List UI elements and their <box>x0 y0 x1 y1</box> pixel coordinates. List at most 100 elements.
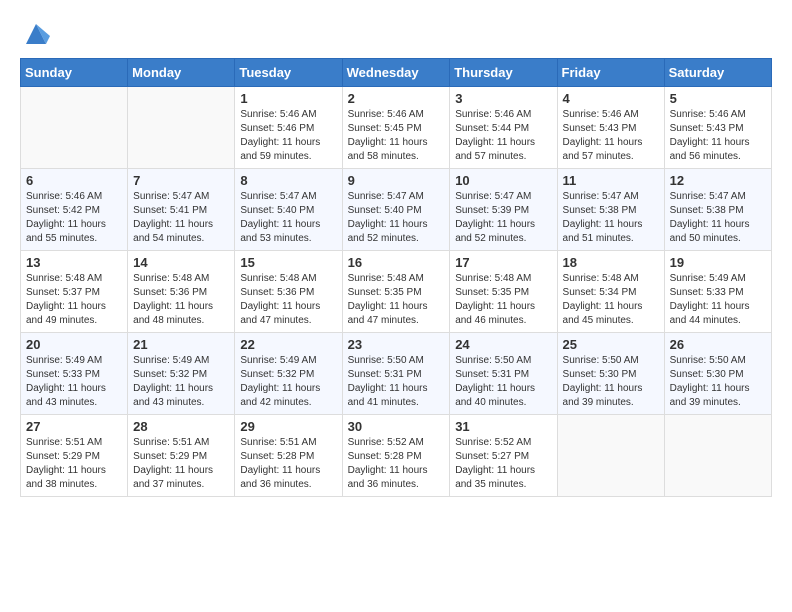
calendar-cell <box>21 87 128 169</box>
day-info: Sunrise: 5:49 AM Sunset: 5:33 PM Dayligh… <box>26 354 122 410</box>
calendar-cell: 17Sunrise: 5:48 AM Sunset: 5:35 PM Dayli… <box>450 251 557 333</box>
calendar-table: SundayMondayTuesdayWednesdayThursdayFrid… <box>20 58 772 497</box>
day-of-week-header: Wednesday <box>342 59 450 87</box>
day-number: 23 <box>348 337 445 352</box>
day-of-week-header: Thursday <box>450 59 557 87</box>
page-header <box>20 20 772 48</box>
calendar-cell: 3 Sunrise: 5:46 AM Sunset: 5:44 PM Daylig… <box>450 87 557 169</box>
calendar-cell: 14Sunrise: 5:48 AM Sunset: 5:36 PM Dayli… <box>128 251 235 333</box>
day-number: 11 <box>563 173 659 188</box>
calendar-cell: 8 Sunrise: 5:47 AM Sunset: 5:40 PM Daylig… <box>235 169 342 251</box>
day-info: Sunrise: 5:47 AM Sunset: 5:40 PM Dayligh… <box>348 190 445 246</box>
calendar-week-row: 6 Sunrise: 5:46 AM Sunset: 5:42 PM Daylig… <box>21 169 772 251</box>
calendar-cell: 12 Sunrise: 5:47 AM Sunset: 5:38 PM Dayli… <box>664 169 771 251</box>
day-number: 3 <box>455 91 551 106</box>
day-info: Sunrise: 5:52 AM Sunset: 5:28 PM Dayligh… <box>348 436 445 492</box>
calendar-cell: 16 Sunrise: 5:48 AM Sunset: 5:35 PM Dayli… <box>342 251 450 333</box>
calendar-cell: 29Sunrise: 5:51 AM Sunset: 5:28 PM Dayli… <box>235 415 342 497</box>
day-info: Sunrise: 5:48 AM Sunset: 5:34 PM Dayligh… <box>563 272 659 328</box>
day-number: 30 <box>348 419 445 434</box>
day-info: Sunrise: 5:46 AM Sunset: 5:45 PM Dayligh… <box>348 108 445 164</box>
day-info: Sunrise: 5:51 AM Sunset: 5:28 PM Dayligh… <box>240 436 336 492</box>
day-info: Sunrise: 5:48 AM Sunset: 5:35 PM Dayligh… <box>455 272 551 328</box>
day-info: Sunrise: 5:51 AM Sunset: 5:29 PM Dayligh… <box>26 436 122 492</box>
calendar-cell: 23 Sunrise: 5:50 AM Sunset: 5:31 PM Dayli… <box>342 333 450 415</box>
calendar-cell: 7Sunrise: 5:47 AM Sunset: 5:41 PM Daylig… <box>128 169 235 251</box>
calendar-cell: 30 Sunrise: 5:52 AM Sunset: 5:28 PM Dayli… <box>342 415 450 497</box>
day-number: 31 <box>455 419 551 434</box>
calendar-cell: 10 Sunrise: 5:47 AM Sunset: 5:39 PM Dayli… <box>450 169 557 251</box>
calendar-cell: 25 Sunrise: 5:50 AM Sunset: 5:30 PM Dayli… <box>557 333 664 415</box>
day-number: 9 <box>348 173 445 188</box>
day-of-week-header: Saturday <box>664 59 771 87</box>
calendar-cell <box>557 415 664 497</box>
day-info: Sunrise: 5:47 AM Sunset: 5:39 PM Dayligh… <box>455 190 551 246</box>
calendar-cell: 18 Sunrise: 5:48 AM Sunset: 5:34 PM Dayli… <box>557 251 664 333</box>
calendar-cell <box>128 87 235 169</box>
calendar-header-row: SundayMondayTuesdayWednesdayThursdayFrid… <box>21 59 772 87</box>
calendar-cell: 24 Sunrise: 5:50 AM Sunset: 5:31 PM Dayli… <box>450 333 557 415</box>
day-number: 18 <box>563 255 659 270</box>
calendar-cell: 22 Sunrise: 5:49 AM Sunset: 5:32 PM Dayli… <box>235 333 342 415</box>
calendar-cell: 28Sunrise: 5:51 AM Sunset: 5:29 PM Dayli… <box>128 415 235 497</box>
day-info: Sunrise: 5:46 AM Sunset: 5:43 PM Dayligh… <box>670 108 766 164</box>
calendar-week-row: 27Sunrise: 5:51 AM Sunset: 5:29 PM Dayli… <box>21 415 772 497</box>
day-number: 1 <box>240 91 336 106</box>
calendar-cell: 19 Sunrise: 5:49 AM Sunset: 5:33 PM Dayli… <box>664 251 771 333</box>
day-info: Sunrise: 5:50 AM Sunset: 5:30 PM Dayligh… <box>563 354 659 410</box>
day-info: Sunrise: 5:48 AM Sunset: 5:35 PM Dayligh… <box>348 272 445 328</box>
day-info: Sunrise: 5:49 AM Sunset: 5:32 PM Dayligh… <box>133 354 229 410</box>
day-info: Sunrise: 5:46 AM Sunset: 5:43 PM Dayligh… <box>563 108 659 164</box>
calendar-week-row: 13 Sunrise: 5:48 AM Sunset: 5:37 PM Dayli… <box>21 251 772 333</box>
day-number: 12 <box>670 173 766 188</box>
day-number: 21 <box>133 337 229 352</box>
day-info: Sunrise: 5:48 AM Sunset: 5:37 PM Dayligh… <box>26 272 122 328</box>
day-info: Sunrise: 5:49 AM Sunset: 5:32 PM Dayligh… <box>240 354 336 410</box>
calendar-week-row: 1 Sunrise: 5:46 AM Sunset: 5:46 PM Daylig… <box>21 87 772 169</box>
day-number: 4 <box>563 91 659 106</box>
day-info: Sunrise: 5:47 AM Sunset: 5:38 PM Dayligh… <box>563 190 659 246</box>
calendar-cell: 20Sunrise: 5:49 AM Sunset: 5:33 PM Dayli… <box>21 333 128 415</box>
day-number: 25 <box>563 337 659 352</box>
calendar-cell: 4 Sunrise: 5:46 AM Sunset: 5:43 PM Daylig… <box>557 87 664 169</box>
day-of-week-header: Friday <box>557 59 664 87</box>
calendar-week-row: 20Sunrise: 5:49 AM Sunset: 5:33 PM Dayli… <box>21 333 772 415</box>
calendar-cell: 26 Sunrise: 5:50 AM Sunset: 5:30 PM Dayli… <box>664 333 771 415</box>
logo <box>20 20 50 48</box>
day-info: Sunrise: 5:48 AM Sunset: 5:36 PM Dayligh… <box>133 272 229 328</box>
day-of-week-header: Monday <box>128 59 235 87</box>
calendar-cell: 15 Sunrise: 5:48 AM Sunset: 5:36 PM Dayli… <box>235 251 342 333</box>
day-info: Sunrise: 5:47 AM Sunset: 5:38 PM Dayligh… <box>670 190 766 246</box>
day-info: Sunrise: 5:50 AM Sunset: 5:30 PM Dayligh… <box>670 354 766 410</box>
day-number: 19 <box>670 255 766 270</box>
day-number: 8 <box>240 173 336 188</box>
calendar-cell: 31 Sunrise: 5:52 AM Sunset: 5:27 PM Dayli… <box>450 415 557 497</box>
day-info: Sunrise: 5:46 AM Sunset: 5:44 PM Dayligh… <box>455 108 551 164</box>
day-info: Sunrise: 5:50 AM Sunset: 5:31 PM Dayligh… <box>348 354 445 410</box>
calendar-cell: 5Sunrise: 5:46 AM Sunset: 5:43 PM Daylig… <box>664 87 771 169</box>
day-info: Sunrise: 5:50 AM Sunset: 5:31 PM Dayligh… <box>455 354 551 410</box>
day-of-week-header: Tuesday <box>235 59 342 87</box>
day-number: 13 <box>26 255 122 270</box>
day-number: 15 <box>240 255 336 270</box>
day-info: Sunrise: 5:52 AM Sunset: 5:27 PM Dayligh… <box>455 436 551 492</box>
day-number: 22 <box>240 337 336 352</box>
day-number: 24 <box>455 337 551 352</box>
day-info: Sunrise: 5:51 AM Sunset: 5:29 PM Dayligh… <box>133 436 229 492</box>
day-number: 26 <box>670 337 766 352</box>
day-number: 10 <box>455 173 551 188</box>
calendar-cell: 21 Sunrise: 5:49 AM Sunset: 5:32 PM Dayli… <box>128 333 235 415</box>
day-info: Sunrise: 5:47 AM Sunset: 5:41 PM Dayligh… <box>133 190 229 246</box>
day-number: 6 <box>26 173 122 188</box>
day-info: Sunrise: 5:47 AM Sunset: 5:40 PM Dayligh… <box>240 190 336 246</box>
calendar-cell: 11 Sunrise: 5:47 AM Sunset: 5:38 PM Dayli… <box>557 169 664 251</box>
day-number: 2 <box>348 91 445 106</box>
day-info: Sunrise: 5:48 AM Sunset: 5:36 PM Dayligh… <box>240 272 336 328</box>
day-info: Sunrise: 5:46 AM Sunset: 5:46 PM Dayligh… <box>240 108 336 164</box>
day-info: Sunrise: 5:46 AM Sunset: 5:42 PM Dayligh… <box>26 190 122 246</box>
day-info: Sunrise: 5:49 AM Sunset: 5:33 PM Dayligh… <box>670 272 766 328</box>
day-number: 16 <box>348 255 445 270</box>
calendar-cell: 9 Sunrise: 5:47 AM Sunset: 5:40 PM Daylig… <box>342 169 450 251</box>
calendar-cell: 13 Sunrise: 5:48 AM Sunset: 5:37 PM Dayli… <box>21 251 128 333</box>
calendar-cell: 6 Sunrise: 5:46 AM Sunset: 5:42 PM Daylig… <box>21 169 128 251</box>
